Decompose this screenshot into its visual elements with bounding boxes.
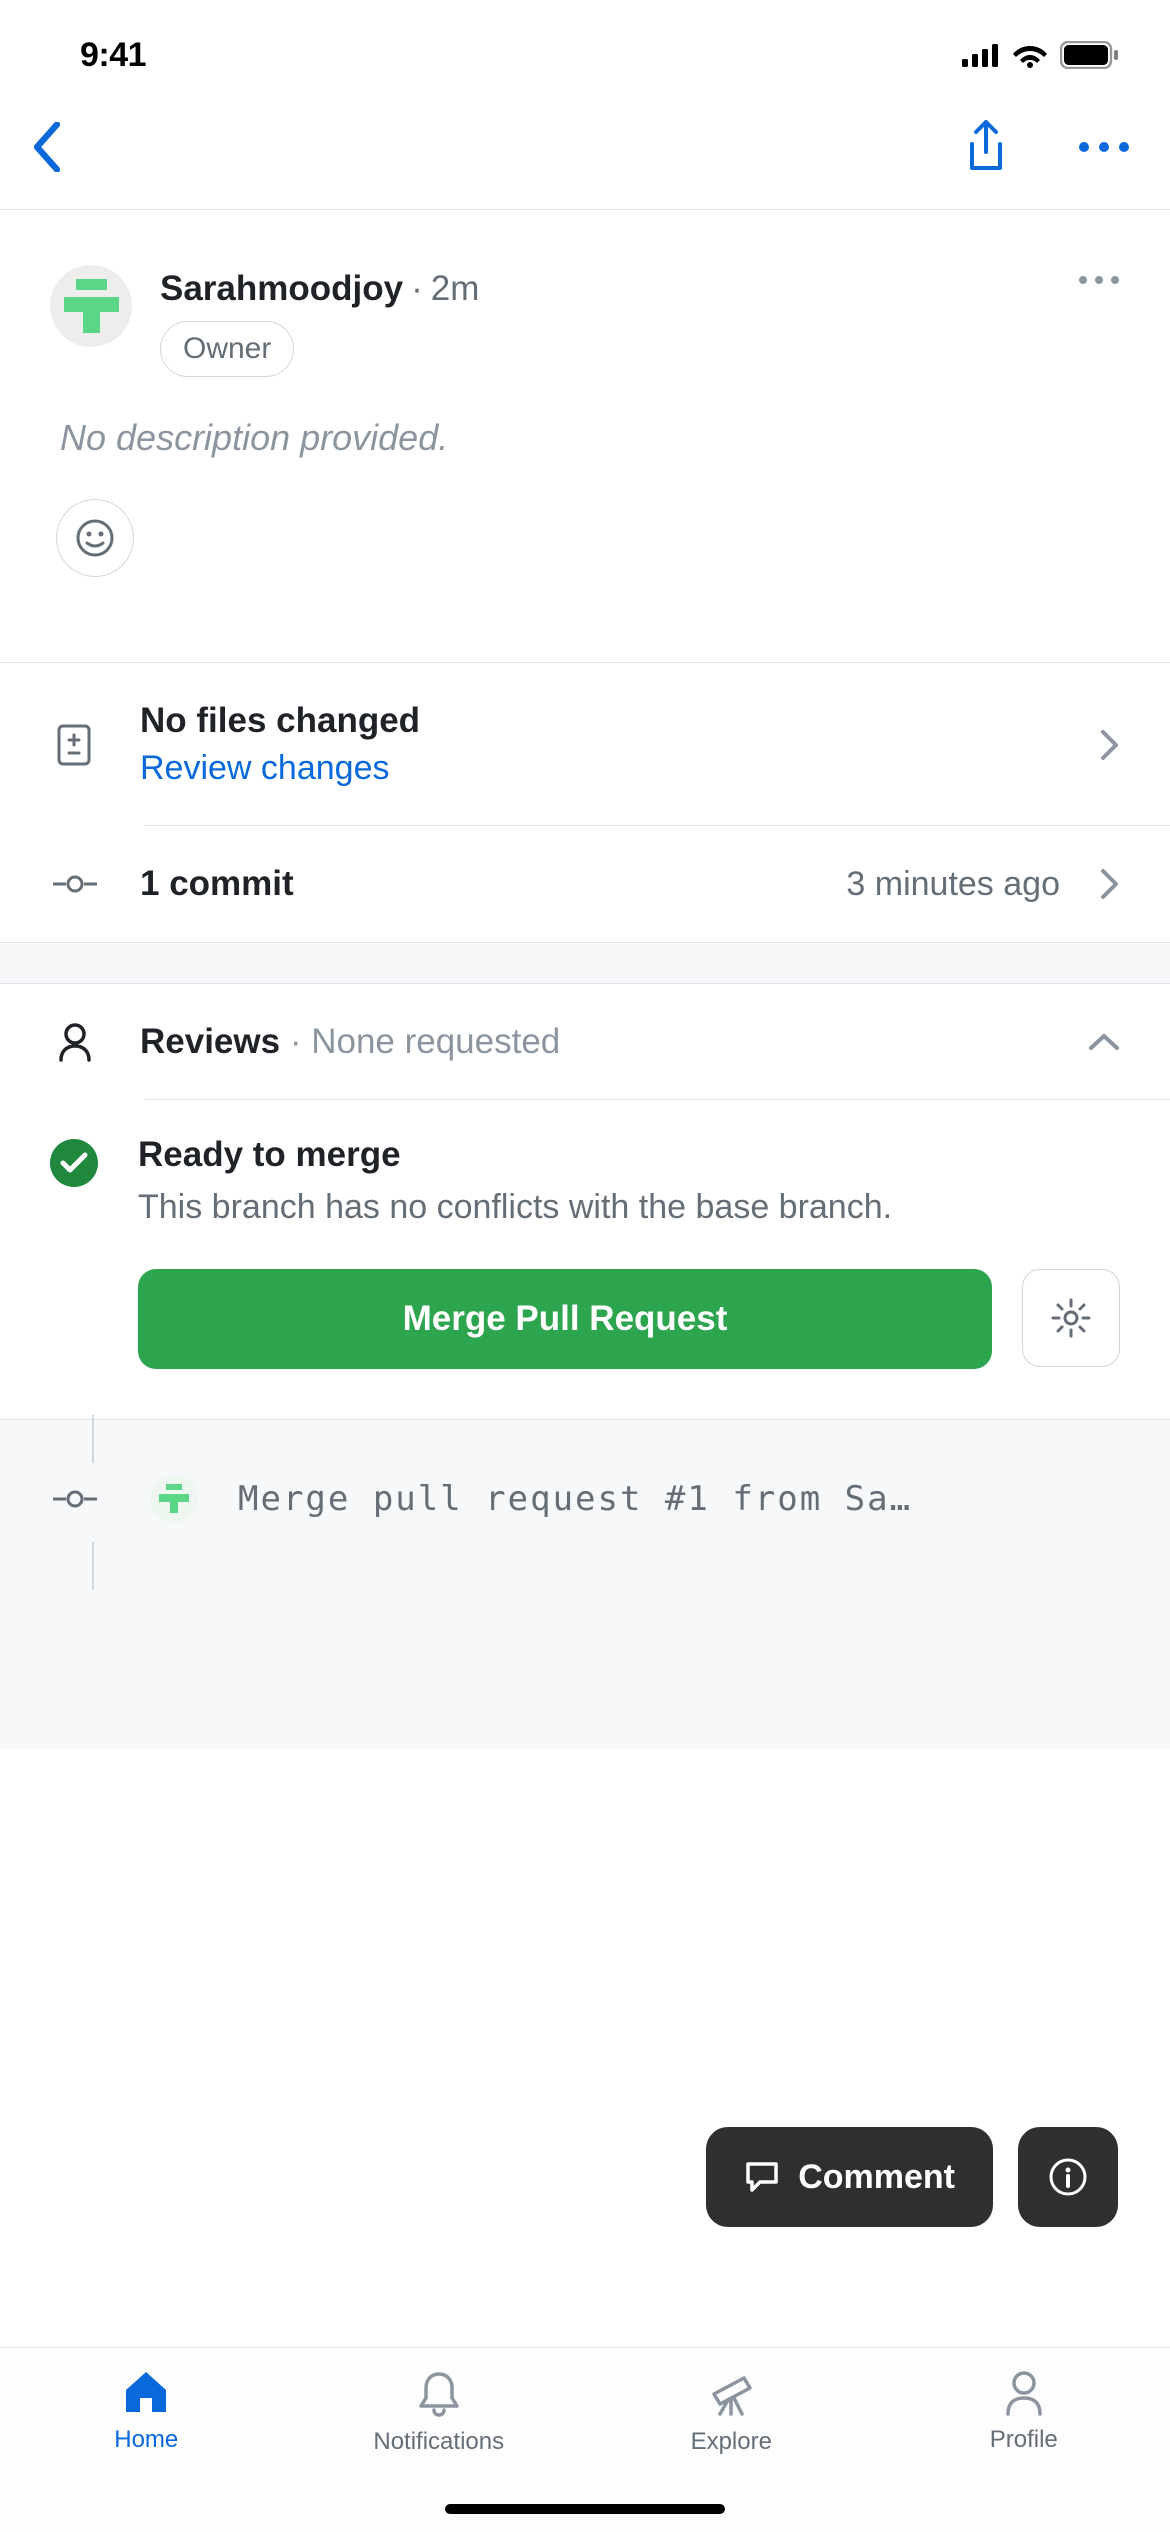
merge-status-title: Ready to merge bbox=[138, 1135, 1120, 1175]
commit-icon bbox=[53, 1489, 97, 1509]
info-icon bbox=[1048, 2157, 1088, 2197]
commit-timeline: Merge pull request #1 from Sa… bbox=[0, 1419, 1170, 1749]
check-circle-icon bbox=[50, 1139, 98, 1187]
chevron-right-icon bbox=[1100, 868, 1120, 900]
chevron-right-icon bbox=[1100, 729, 1120, 761]
commits-time: 3 minutes ago bbox=[846, 865, 1060, 904]
author-avatar[interactable] bbox=[50, 265, 132, 347]
commit-author-avatar bbox=[150, 1475, 198, 1523]
status-time: 9:41 bbox=[80, 36, 146, 75]
comment-icon bbox=[744, 2160, 780, 2194]
reviews-status: None requested bbox=[311, 1022, 560, 1061]
comment-button-label: Comment bbox=[798, 2158, 955, 2197]
review-changes-link[interactable]: Review changes bbox=[140, 749, 1060, 788]
author-name[interactable]: Sarahmoodjoy bbox=[160, 269, 403, 309]
add-reaction-button[interactable] bbox=[56, 499, 134, 577]
comment-button[interactable]: Comment bbox=[706, 2127, 993, 2227]
file-diff-icon bbox=[57, 724, 93, 766]
tab-notifications-label: Notifications bbox=[373, 2428, 504, 2456]
battery-icon bbox=[1060, 41, 1120, 69]
status-icons bbox=[962, 41, 1120, 69]
reviews-sep: · bbox=[280, 1022, 311, 1061]
merge-pr-button[interactable]: Merge Pull Request bbox=[138, 1269, 992, 1369]
home-icon bbox=[122, 2370, 170, 2416]
commits-row[interactable]: 1 commit 3 minutes ago bbox=[0, 826, 1170, 942]
tab-home-label: Home bbox=[114, 2426, 178, 2454]
bell-icon bbox=[417, 2370, 461, 2418]
smiley-icon bbox=[75, 518, 115, 558]
more-button[interactable] bbox=[1078, 141, 1130, 153]
tab-explore-label: Explore bbox=[691, 2428, 772, 2456]
chevron-left-icon bbox=[30, 122, 64, 172]
tab-profile-label: Profile bbox=[990, 2426, 1058, 2454]
files-changed-row[interactable]: No files changed Review changes bbox=[0, 663, 1170, 826]
commit-log-entry[interactable]: Merge pull request #1 from Sa… bbox=[50, 1420, 1120, 1523]
gear-icon bbox=[1051, 1298, 1091, 1338]
reviews-row[interactable]: Reviews · None requested bbox=[0, 984, 1170, 1100]
home-indicator[interactable] bbox=[445, 2504, 725, 2514]
share-button[interactable] bbox=[964, 120, 1008, 174]
commit-message: Merge pull request #1 from Sa… bbox=[238, 1479, 1120, 1519]
person-icon bbox=[1004, 2370, 1044, 2416]
owner-badge: Owner bbox=[160, 321, 294, 377]
floating-actions: Comment bbox=[706, 2127, 1118, 2227]
info-button[interactable] bbox=[1018, 2127, 1118, 2227]
back-button[interactable] bbox=[30, 122, 64, 172]
author-separator: · bbox=[411, 269, 423, 309]
author-more-button[interactable] bbox=[1078, 265, 1120, 285]
reviews-label: Reviews bbox=[140, 1022, 280, 1061]
merge-options-button[interactable] bbox=[1022, 1269, 1120, 1367]
person-icon bbox=[57, 1022, 93, 1062]
chevron-up-icon bbox=[1088, 1032, 1120, 1052]
author-time: 2m bbox=[431, 269, 480, 309]
commits-count: 1 commit bbox=[140, 864, 806, 904]
wifi-icon bbox=[1012, 42, 1048, 68]
telescope-icon bbox=[706, 2370, 756, 2418]
files-changed-title: No files changed bbox=[140, 701, 1060, 741]
author-section: Sarahmoodjoy · 2m Owner No description p… bbox=[0, 210, 1170, 607]
share-icon bbox=[964, 120, 1008, 174]
pr-description: No description provided. bbox=[50, 377, 1120, 499]
tab-profile[interactable]: Profile bbox=[878, 2370, 1170, 2532]
cellular-icon bbox=[962, 43, 1000, 67]
tab-home[interactable]: Home bbox=[0, 2370, 293, 2532]
commit-icon bbox=[53, 874, 97, 894]
status-bar: 9:41 bbox=[0, 0, 1170, 100]
nav-bar bbox=[0, 100, 1170, 210]
more-icon bbox=[1078, 141, 1130, 153]
more-icon bbox=[1078, 275, 1120, 285]
merge-section: Ready to merge This branch has no confli… bbox=[0, 1100, 1170, 1419]
merge-status-desc: This branch has no conflicts with the ba… bbox=[138, 1185, 1120, 1231]
